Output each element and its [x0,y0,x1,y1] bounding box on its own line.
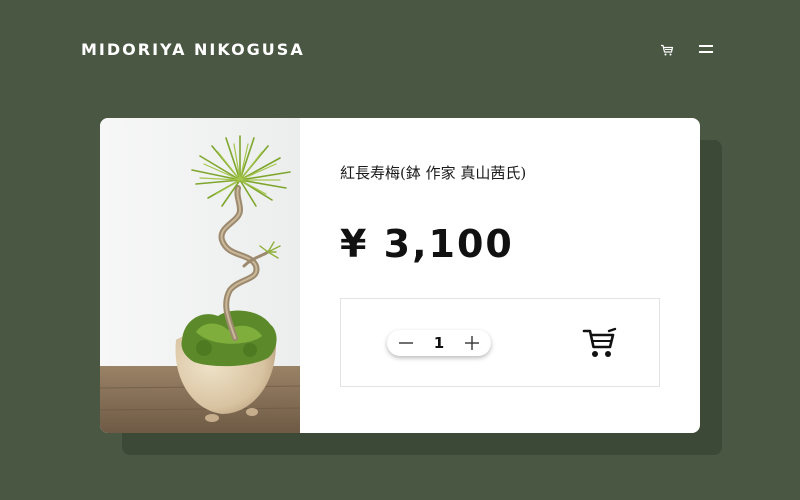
increment-button[interactable] [457,330,487,356]
decrement-button[interactable] [391,330,421,356]
header-cart-icon[interactable] [660,42,674,56]
minus-icon [399,342,413,344]
purchase-panel: 1 [340,298,660,387]
brand-logo[interactable]: MIDORIYA NIKOGUSA [81,40,305,60]
plus-icon [465,336,479,350]
add-to-cart-button[interactable] [581,326,617,360]
product-price: ¥ 3,100 [340,222,514,266]
product-card: 紅長寿梅(鉢 作家 真山茜氏) ¥ 3,100 1 [100,118,700,433]
product-image [100,118,300,433]
cart-icon [582,327,617,357]
menu-icon[interactable] [699,43,713,55]
product-title: 紅長寿梅(鉢 作家 真山茜氏) [340,164,527,182]
quantity-value[interactable]: 1 [424,330,454,356]
quantity-stepper[interactable]: 1 [387,330,491,356]
